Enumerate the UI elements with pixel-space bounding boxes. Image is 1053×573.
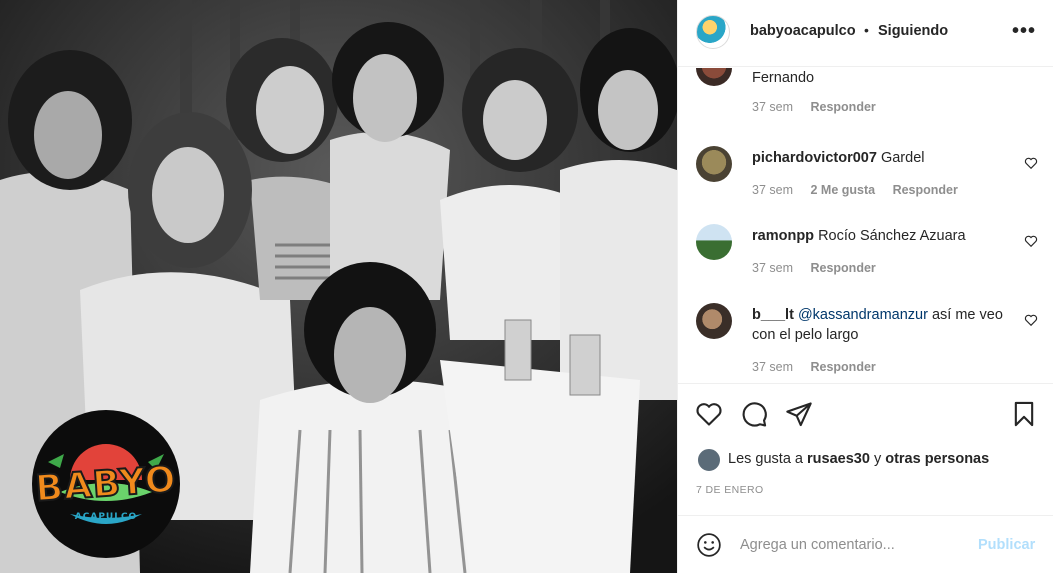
commenter-avatar[interactable] bbox=[696, 146, 732, 182]
comments-list[interactable]: Fernando 37 sem Responder pichardovictor… bbox=[678, 68, 1053, 382]
babyo-logo-subtext: ACAPULCO bbox=[74, 512, 138, 522]
header-separator: • bbox=[864, 22, 869, 38]
post-header: babyoacapulco • Siguiendo ••• bbox=[678, 0, 1053, 67]
emoji-icon[interactable] bbox=[696, 532, 722, 558]
comment-body: Gardel bbox=[880, 150, 925, 166]
heart-icon[interactable] bbox=[695, 400, 723, 428]
comment-time[interactable]: 37 sem bbox=[752, 261, 793, 275]
post-sidebar: babyoacapulco • Siguiendo ••• Fernando 3… bbox=[677, 0, 1053, 573]
likes-summary: Les gusta a rusaes30 y otras personas bbox=[728, 451, 989, 467]
likes-connector: y bbox=[873, 451, 882, 467]
comment-time[interactable]: 37 sem bbox=[752, 100, 793, 114]
likes-prefix: Les gusta a bbox=[728, 451, 803, 467]
share-icon[interactable] bbox=[785, 400, 813, 428]
bookmark-icon[interactable] bbox=[1010, 400, 1038, 428]
commenter-avatar[interactable] bbox=[696, 224, 732, 260]
comment-text: ramonpp Rocío Sánchez Azuara bbox=[752, 226, 1012, 246]
liker-avatar[interactable] bbox=[697, 448, 721, 472]
follow-status-button[interactable]: Siguiendo bbox=[878, 23, 948, 39]
comment-body: Rocío Sánchez Azuara bbox=[818, 228, 966, 244]
commenter-avatar[interactable] bbox=[696, 303, 732, 339]
author-username[interactable]: babyoacapulco bbox=[750, 23, 856, 39]
comment-likes-count[interactable]: 2 Me gusta bbox=[810, 183, 875, 197]
comment-text: pichardovictor007 Gardel bbox=[752, 148, 1012, 168]
reply-button[interactable]: Responder bbox=[810, 360, 875, 374]
comment-meta: 37 sem Responder bbox=[752, 261, 890, 275]
comment-time[interactable]: 37 sem bbox=[752, 360, 793, 374]
reply-button[interactable]: Responder bbox=[893, 183, 958, 197]
comment-body: Fernando bbox=[752, 70, 815, 86]
comment-composer: Publicar bbox=[678, 515, 1053, 573]
comment-meta: 37 sem 2 Me gusta Responder bbox=[752, 183, 972, 197]
commenter-username[interactable]: ramonpp bbox=[752, 228, 814, 244]
author-avatar[interactable] bbox=[696, 15, 730, 49]
likes-others-link[interactable]: otras personas bbox=[885, 451, 989, 467]
commenter-username[interactable]: b___lt bbox=[752, 307, 794, 323]
more-options-icon[interactable]: ••• bbox=[1012, 20, 1036, 43]
comment-meta: 37 sem Responder bbox=[752, 100, 890, 114]
commenter-avatar[interactable] bbox=[696, 68, 732, 86]
post-photo[interactable]: BABYO ACAPULCO bbox=[0, 0, 677, 573]
liker-username[interactable]: rusaes30 bbox=[807, 451, 870, 467]
post-actions: Les gusta a rusaes30 y otras personas 7 … bbox=[678, 383, 1053, 515]
commenter-username[interactable]: pichardovictor007 bbox=[752, 150, 877, 166]
comment-meta: 37 sem Responder bbox=[752, 360, 890, 374]
like-comment-icon[interactable] bbox=[1024, 313, 1038, 327]
like-comment-icon[interactable] bbox=[1024, 156, 1038, 170]
comment-icon[interactable] bbox=[740, 400, 768, 428]
comment-time[interactable]: 37 sem bbox=[752, 183, 793, 197]
comment-mention-link[interactable]: @kassandramanzur bbox=[798, 307, 928, 323]
like-comment-icon[interactable] bbox=[1024, 234, 1038, 248]
post-date[interactable]: 7 DE ENERO bbox=[696, 484, 764, 496]
comment-input[interactable] bbox=[740, 534, 960, 556]
publish-button[interactable]: Publicar bbox=[978, 537, 1035, 553]
reply-button[interactable]: Responder bbox=[810, 100, 875, 114]
comment-text: b___lt @kassandramanzur así me veo con e… bbox=[752, 305, 1012, 345]
comment-text: Fernando bbox=[752, 68, 1012, 88]
reply-button[interactable]: Responder bbox=[810, 261, 875, 275]
